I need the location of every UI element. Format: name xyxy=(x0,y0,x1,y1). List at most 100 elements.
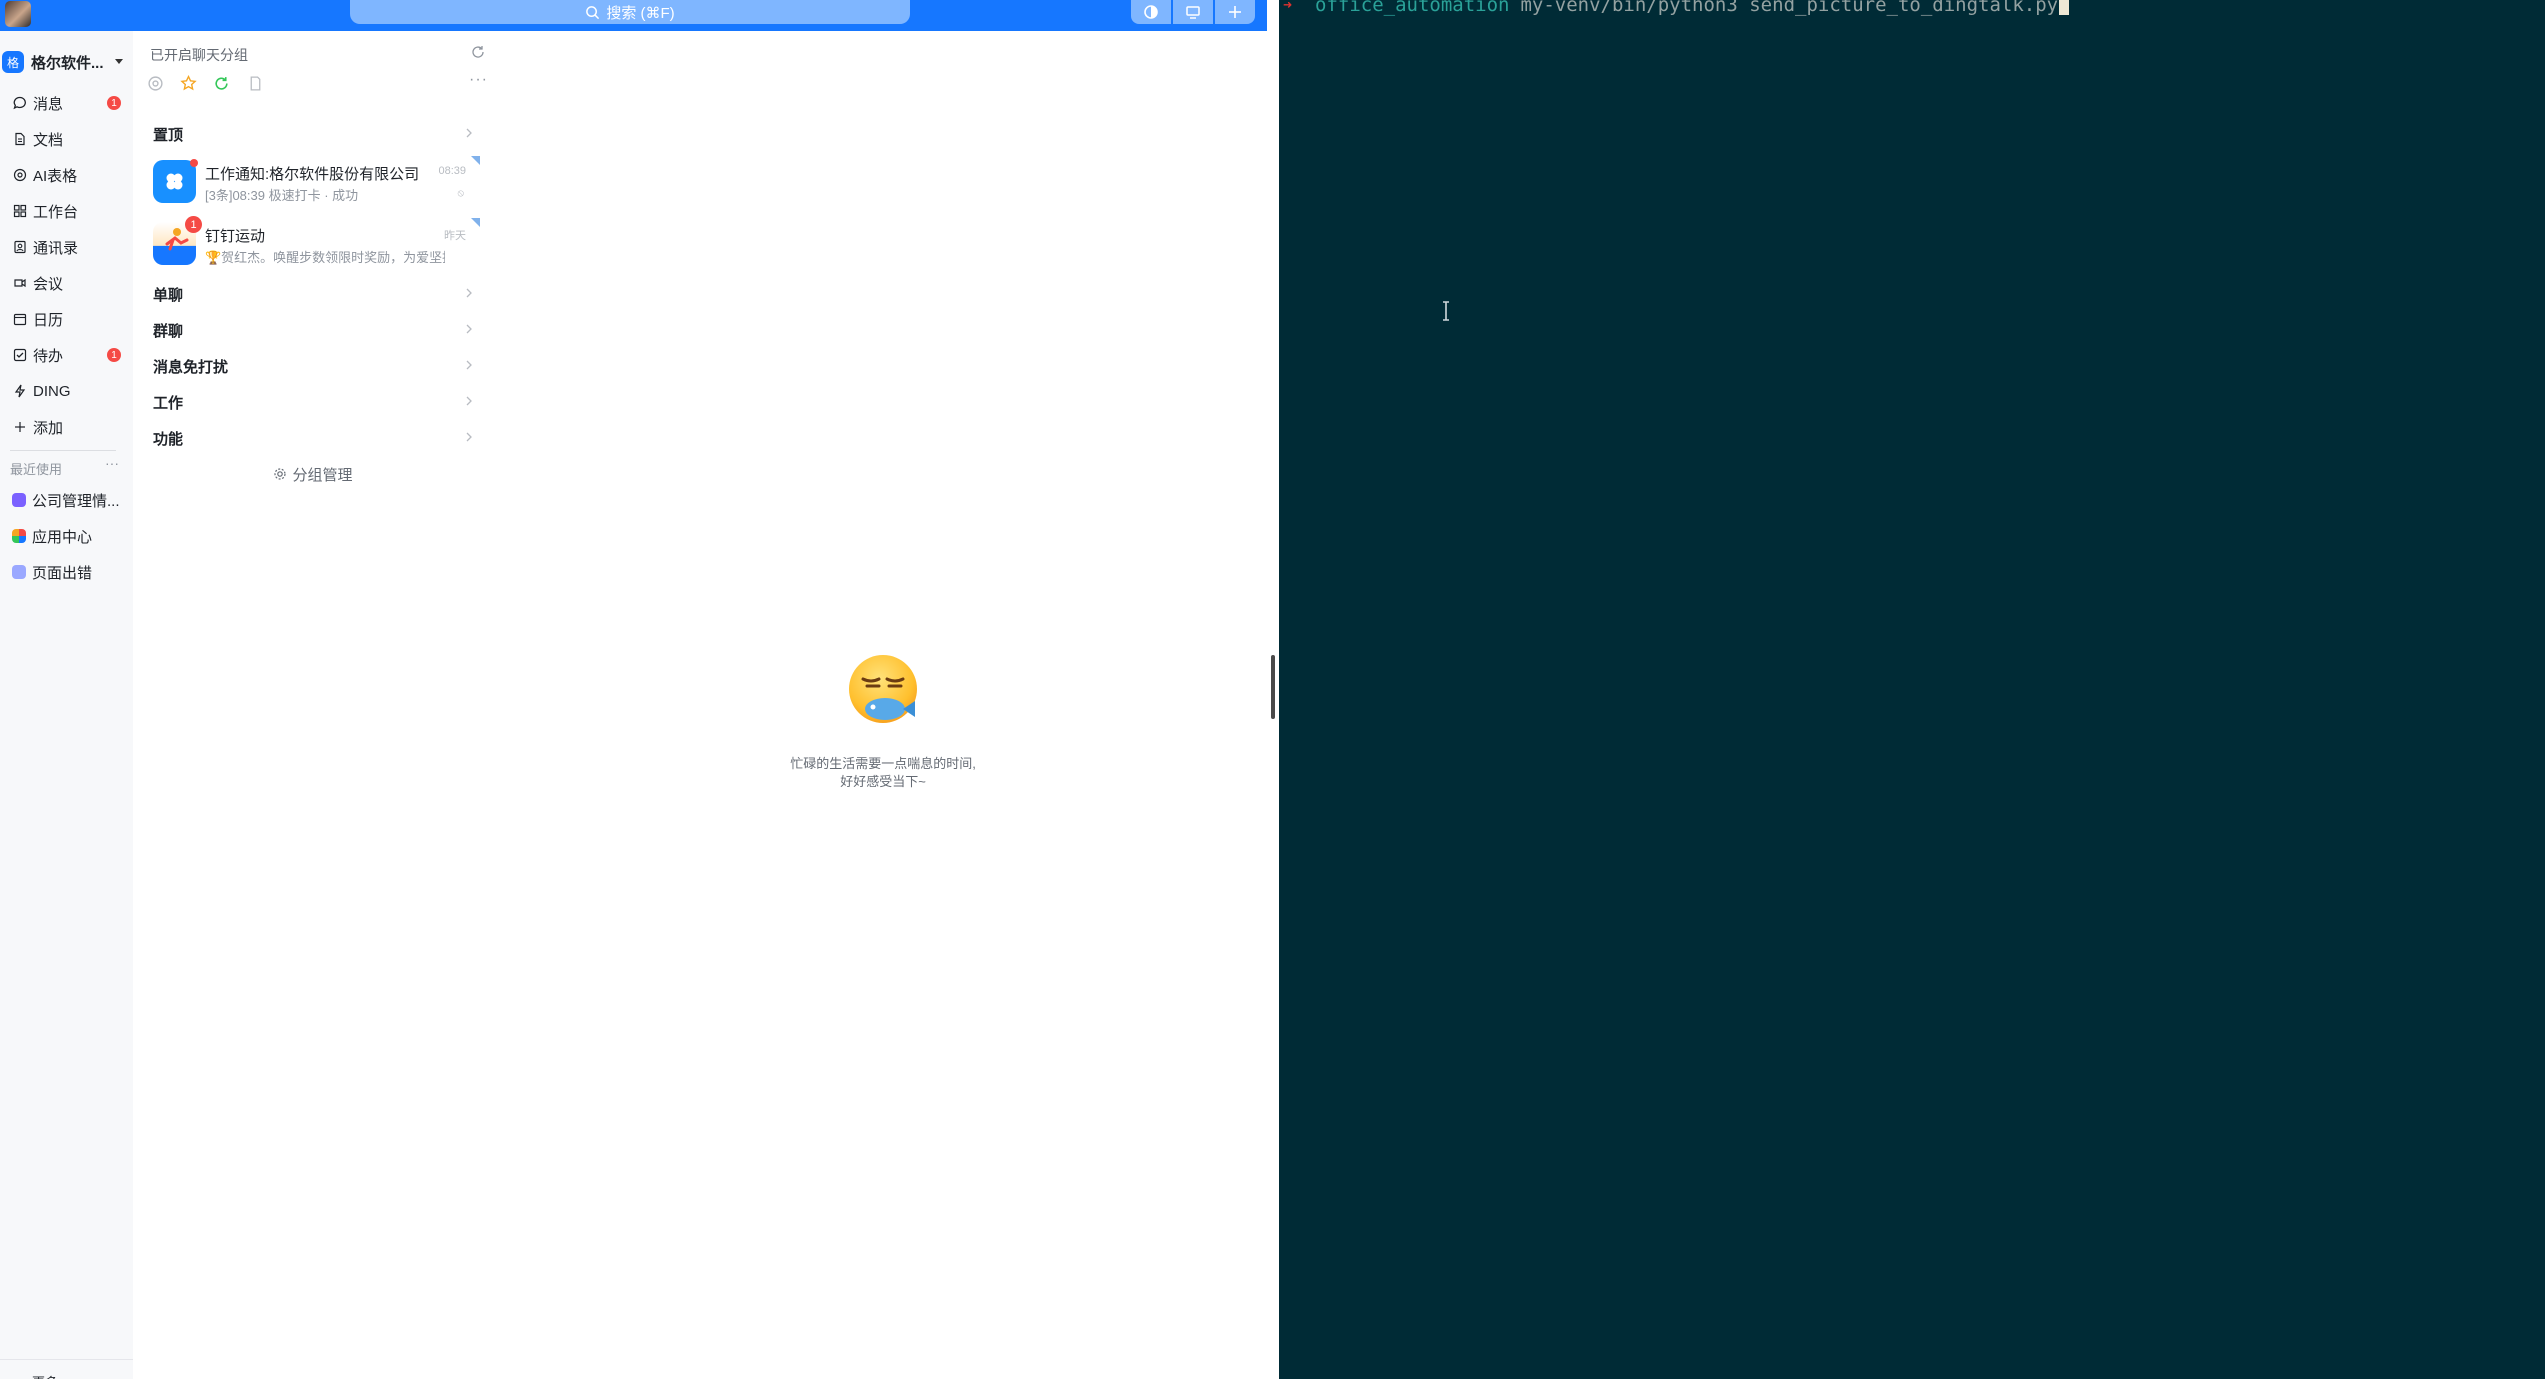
section-label: 工作 xyxy=(153,394,184,412)
search-label: 搜索 (⌘F) xyxy=(606,4,675,22)
ai-table-icon xyxy=(12,168,27,183)
plus-icon xyxy=(12,420,27,435)
document-icon xyxy=(12,132,27,147)
org-name: 格尔软件... xyxy=(31,54,104,72)
calendar-icon xyxy=(12,312,27,327)
todo-icon xyxy=(12,348,27,363)
gear-icon xyxy=(274,468,287,480)
more-icon[interactable]: ··· xyxy=(469,71,488,89)
chevron-right-icon xyxy=(466,288,472,298)
chevron-right-icon xyxy=(466,128,472,138)
conversation-item[interactable]: 工作通知:格尔软件股份有限公司 [3条]08:39 极速打卡 · 成功 08:3… xyxy=(153,154,488,212)
at-icon[interactable] xyxy=(147,75,164,92)
recent-item[interactable]: 页面出错 xyxy=(0,557,133,587)
nav-label: 待办 xyxy=(33,347,64,365)
conversation-time: 昨天 xyxy=(444,230,466,242)
pin-corner-icon xyxy=(471,218,480,227)
section-do-not-disturb[interactable]: 消息免打扰 xyxy=(153,354,483,378)
nav-item-contacts[interactable]: 通讯录 xyxy=(0,232,133,262)
manage-groups-label: 分组管理 xyxy=(292,466,353,484)
search-bar[interactable]: 搜索 (⌘F) xyxy=(350,0,910,24)
nav-item-add[interactable]: 添加 xyxy=(0,412,133,442)
title-bar: 搜索 (⌘F) xyxy=(0,0,1267,31)
divider xyxy=(10,450,116,451)
section-group-chat[interactable]: 群聊 xyxy=(153,318,483,342)
nav-item-ai-table[interactable]: AI表格 xyxy=(0,160,133,190)
theme-button[interactable] xyxy=(1131,0,1171,24)
star-icon[interactable] xyxy=(180,75,197,92)
terminal-command: my-venv/bin/python3 send_picture_to_ding… xyxy=(1520,0,2059,16)
app-icon xyxy=(12,493,26,507)
nav-item-meeting[interactable]: 会议 xyxy=(0,268,133,298)
nav-label: 会议 xyxy=(33,275,64,293)
chevron-right-icon xyxy=(466,432,472,442)
org-switcher[interactable]: 格 格尔软件... xyxy=(0,47,133,77)
screen-share-button[interactable] xyxy=(1173,0,1213,24)
nav-item-calendar[interactable]: 日历 xyxy=(0,304,133,334)
nav-label: 添加 xyxy=(33,419,64,437)
nav-label: 日历 xyxy=(33,311,64,329)
conversation-name: 工作通知:格尔软件股份有限公司 xyxy=(205,166,420,183)
section-label: 置顶 xyxy=(153,126,184,144)
page-icon xyxy=(12,565,26,579)
file-icon[interactable] xyxy=(247,75,264,92)
section-work[interactable]: 工作 xyxy=(153,390,483,414)
org-logo: 格 xyxy=(2,51,24,73)
nav-label: DING xyxy=(33,382,71,400)
nav-item-workbench[interactable]: 工作台 xyxy=(0,196,133,226)
nav-item-docs[interactable]: 文档 xyxy=(0,124,133,154)
create-button[interactable] xyxy=(1215,0,1255,24)
nav-item-messages[interactable]: 消息 1 xyxy=(0,88,133,118)
contacts-icon xyxy=(12,240,27,255)
search-icon xyxy=(586,5,600,19)
chevron-right-icon xyxy=(466,396,472,406)
section-pinned[interactable]: 置顶 xyxy=(153,122,483,146)
section-label: 群聊 xyxy=(153,322,184,340)
caret-down-icon xyxy=(115,59,123,64)
group-title: 已开启聊天分组 xyxy=(150,47,248,63)
sleepy-fish-emoji-icon xyxy=(849,655,917,723)
section-label: 消息免打扰 xyxy=(153,358,229,376)
nav-label: 通讯录 xyxy=(33,239,79,257)
pin-corner-icon xyxy=(471,156,480,165)
grid-icon xyxy=(12,204,27,219)
empty-state-text: 好好感受当下~ xyxy=(840,774,926,789)
divider xyxy=(0,1359,133,1360)
unread-badge: 1 xyxy=(107,348,121,362)
recent-item[interactable]: 应用中心 xyxy=(0,521,133,551)
nav-item-todo[interactable]: 待办 1 xyxy=(0,340,133,370)
refresh-icon[interactable] xyxy=(470,44,486,60)
chevron-right-icon xyxy=(466,360,472,370)
user-avatar[interactable] xyxy=(5,1,31,27)
mute-icon: ⦸ xyxy=(457,188,464,199)
recent-label: 应用中心 xyxy=(32,528,93,546)
clover-icon xyxy=(166,173,183,190)
nav-item-ding[interactable]: DING xyxy=(0,376,133,406)
unread-badge: 1 xyxy=(185,216,202,233)
conversation-time: 08:39 xyxy=(438,165,466,177)
text-cursor-icon xyxy=(1443,301,1449,321)
terminal-cursor xyxy=(2059,0,2070,15)
prompt-arrow: ➜ xyxy=(1283,0,1293,14)
ding-icon xyxy=(12,384,27,399)
recent-item[interactable]: 公司管理情... xyxy=(0,485,133,515)
left-navigation: 格 格尔软件... 消息 1 文档 AI表格 工作台 通讯录 会议 日历 待办 … xyxy=(0,31,133,1379)
section-single-chat[interactable]: 单聊 xyxy=(153,282,483,306)
chat-icon xyxy=(12,96,27,111)
monitor-icon xyxy=(1186,6,1200,19)
conversation-item[interactable]: 1 钉钉运动 🏆贺红杰。唤醒步数领限时奖励，为爱坚持！ 昨天 xyxy=(153,216,488,274)
recent-more-button[interactable]: ··· xyxy=(105,455,119,471)
meeting-icon xyxy=(12,276,27,291)
plus-icon xyxy=(1229,6,1241,18)
conversation-list: 已开启聊天分组 ··· 置顶 工作通知:格尔软件股份有限公司 [3条]08:39… xyxy=(133,31,493,1379)
nav-more[interactable]: 更多 xyxy=(32,1372,58,1379)
section-label: 功能 xyxy=(153,430,184,448)
dingtalk-window: 搜索 (⌘F) 格 格尔软件... 消息 1 文档 AI表格 工作台 通讯录 会… xyxy=(0,0,1267,1379)
nav-label: 消息 xyxy=(33,95,64,113)
refresh-circle-icon[interactable] xyxy=(213,75,230,92)
manage-groups-button[interactable]: 分组管理 xyxy=(133,462,493,486)
terminal-window[interactable]: ➜ office_automation my-venv/bin/python3 … xyxy=(1279,0,2545,1379)
resize-handle[interactable] xyxy=(1271,655,1275,719)
section-function[interactable]: 功能 xyxy=(153,426,483,450)
conversation-preview: 🏆贺红杰。唤醒步数领限时奖励，为爱坚持！ xyxy=(205,250,445,265)
